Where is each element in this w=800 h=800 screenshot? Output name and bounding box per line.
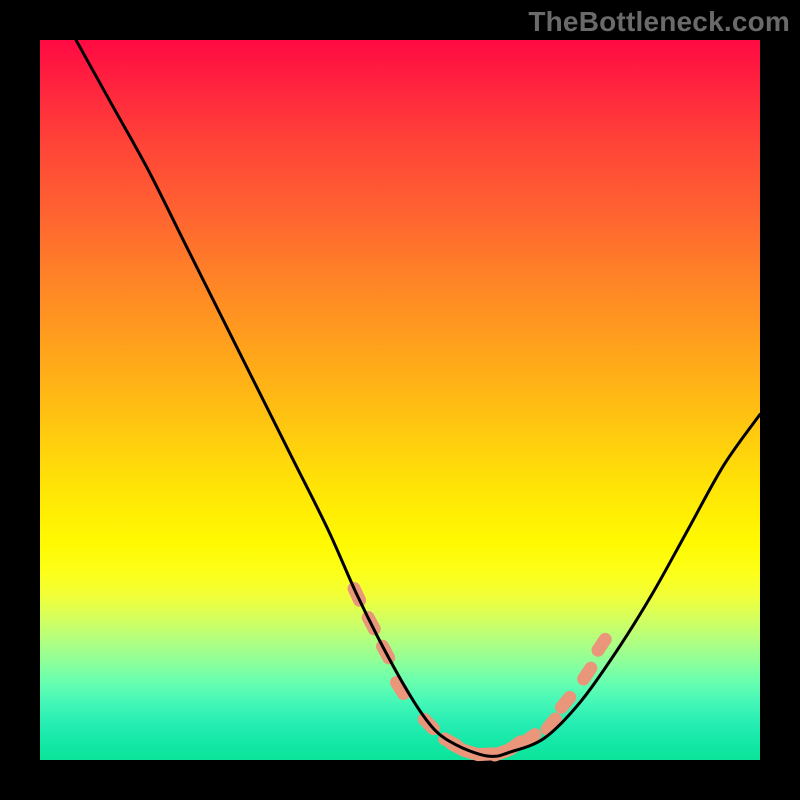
marker [552, 688, 579, 716]
chart-overlay [40, 40, 760, 760]
main-curve [76, 40, 760, 756]
marker-band [345, 580, 614, 763]
plot-area [40, 40, 760, 760]
marker [589, 630, 614, 659]
figure-container: TheBottleneck.com [0, 0, 800, 800]
watermark-text: TheBottleneck.com [0, 0, 800, 38]
